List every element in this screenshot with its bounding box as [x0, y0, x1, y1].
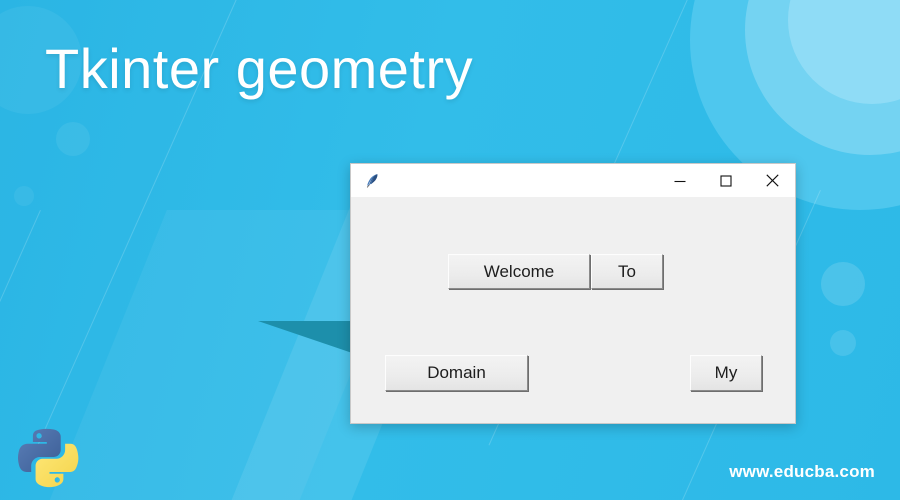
close-icon[interactable] — [749, 164, 795, 197]
domain-button[interactable]: Domain — [385, 355, 528, 391]
decorative-dot — [830, 330, 856, 356]
window-body: Welcome To Domain My — [351, 197, 795, 423]
my-button[interactable]: My — [690, 355, 762, 391]
python-logo — [14, 424, 80, 490]
maximize-icon[interactable] — [703, 164, 749, 197]
decorative-dot — [821, 262, 865, 306]
window-controls — [657, 164, 795, 197]
tkinter-feather-icon — [358, 164, 386, 197]
minimize-icon[interactable] — [657, 164, 703, 197]
decorative-dot — [14, 186, 34, 206]
page-title: Tkinter geometry — [45, 37, 474, 100]
window-titlebar[interactable] — [351, 164, 795, 197]
tkinter-window: Welcome To Domain My — [350, 163, 796, 424]
decorative-dot — [56, 122, 90, 156]
site-watermark: www.educba.com — [729, 462, 875, 481]
welcome-button[interactable]: Welcome — [448, 254, 590, 289]
banner-canvas: Tkinter geometry www.educba.com Welcome … — [0, 0, 900, 500]
to-button[interactable]: To — [591, 254, 663, 289]
